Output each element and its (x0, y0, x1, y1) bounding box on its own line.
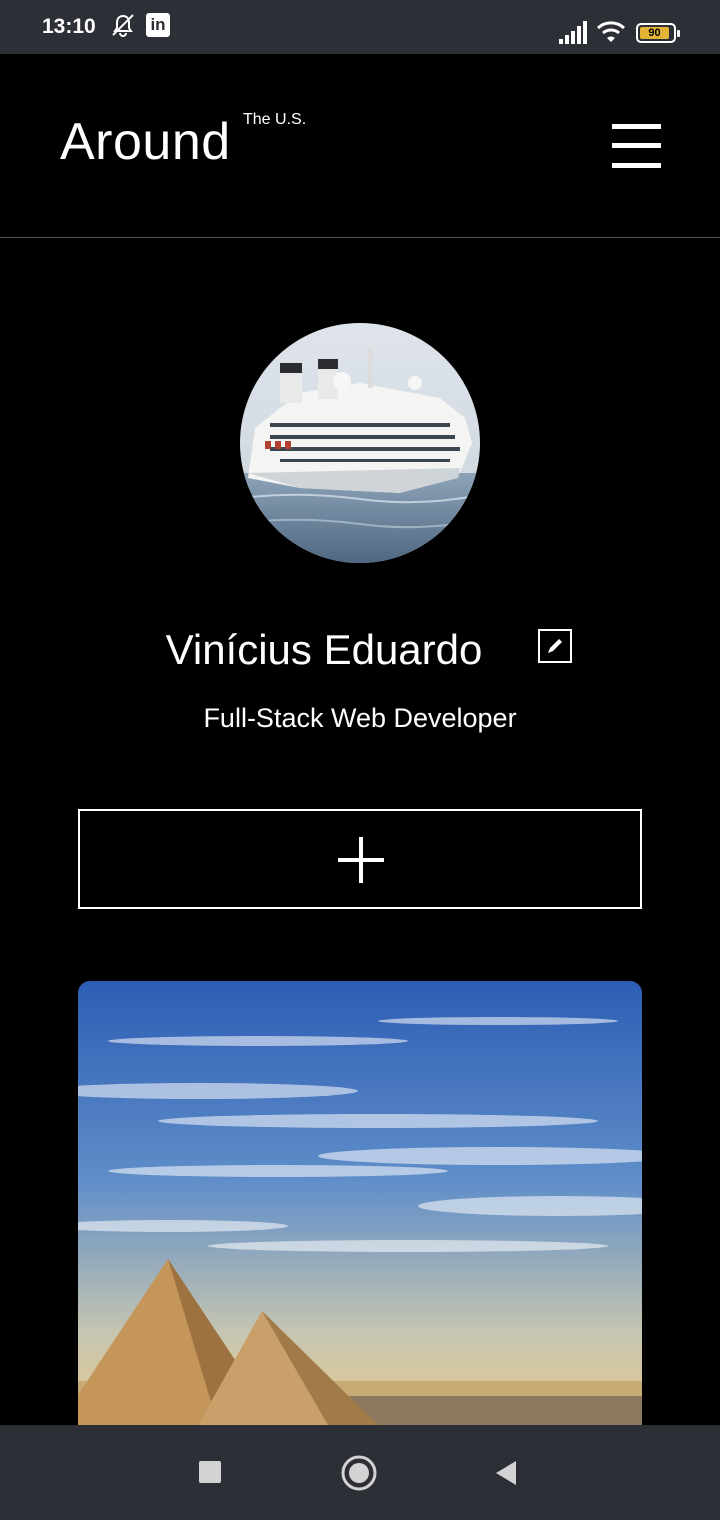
mute-icon (112, 14, 134, 37)
battery-icon: 90 (636, 23, 680, 43)
site-header: Around The U.S. (0, 54, 720, 238)
profile-avatar[interactable] (240, 323, 480, 563)
wifi-icon (596, 21, 626, 42)
status-bar: 13:10 in 90 (0, 0, 720, 54)
back-triangle-icon[interactable] (494, 1460, 518, 1486)
logo: Around (60, 113, 231, 171)
logo-superscript: The U.S. (243, 111, 307, 128)
recents-square-icon[interactable] (199, 1461, 221, 1483)
pyramids-photo (78, 981, 642, 1425)
status-time: 13:10 (42, 15, 96, 38)
pencil-icon (548, 639, 562, 653)
system-nav-bar (0, 1425, 720, 1520)
battery-tip (677, 30, 680, 37)
linkedin-icon: in (146, 13, 170, 37)
cruise-ship-photo (240, 323, 480, 563)
edit-profile-button[interactable] (538, 629, 572, 663)
profile-job: Full-Stack Web Developer (203, 703, 517, 733)
hamburger-menu-icon[interactable] (612, 124, 661, 168)
place-card[interactable] (78, 981, 642, 1425)
add-place-button[interactable] (78, 809, 642, 909)
battery-level: 90 (640, 27, 669, 39)
signal-icon (559, 21, 587, 44)
home-circle-icon[interactable] (341, 1455, 377, 1491)
plus-icon (338, 837, 384, 883)
